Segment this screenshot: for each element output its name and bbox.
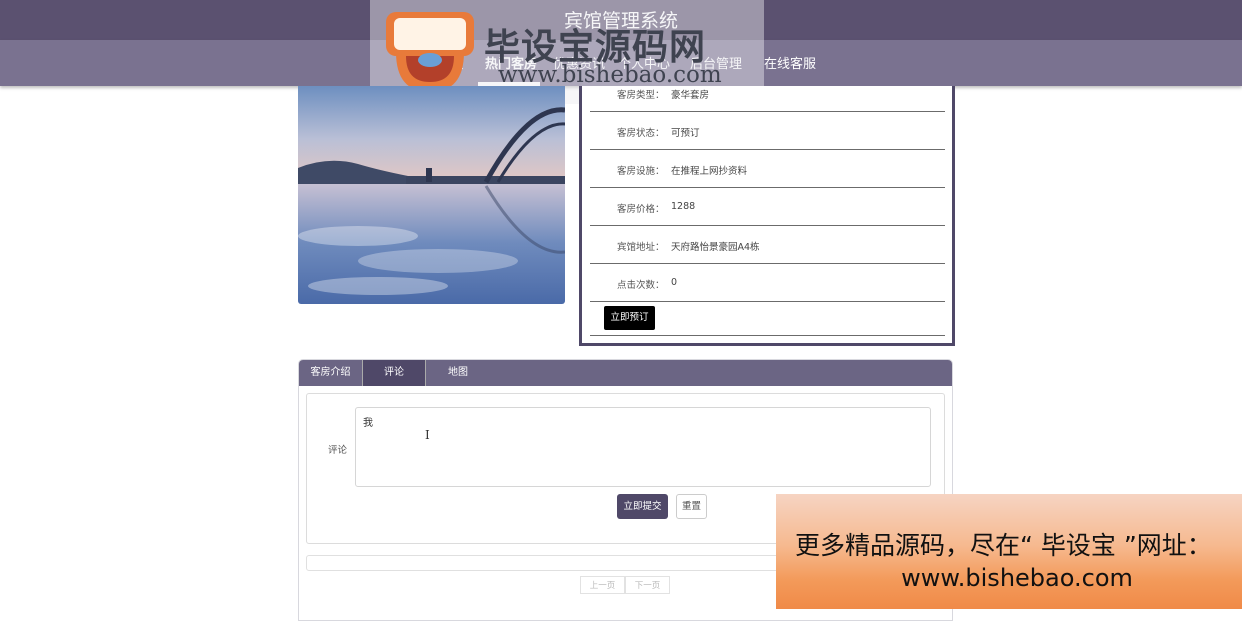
- room-info-panel: 客房类型： 豪华套房 客房状态： 可预订 客房设施： 在推程上网抄资料 客房价格…: [579, 86, 955, 346]
- comment-textarea[interactable]: 我: [355, 407, 931, 487]
- room-price-label: 客房价格：: [617, 204, 665, 215]
- comment-label: 评论: [328, 445, 348, 456]
- book-now-button[interactable]: 立即预订: [604, 306, 655, 330]
- brand-logo-icon: [386, 12, 474, 92]
- promo-url: www.bishebao.com: [901, 564, 1133, 592]
- room-facilities-value: 在推程上网抄资料: [671, 166, 748, 177]
- room-photo: [298, 86, 565, 304]
- info-row-price: 客房价格： 1288: [590, 187, 945, 226]
- info-row-facilities: 客房设施： 在推程上网抄资料: [590, 149, 945, 188]
- promo-text: 更多精品源码，尽在“ 毕设宝 ”网址：: [795, 531, 1212, 560]
- tab-map[interactable]: 地图: [426, 360, 490, 386]
- reset-button[interactable]: 重置: [676, 494, 707, 519]
- info-divider: [590, 335, 945, 336]
- info-row-clicks: 点击次数： 0: [590, 263, 945, 302]
- room-facilities-label: 客房设施：: [617, 166, 665, 177]
- room-type-label: 客房类型：: [617, 90, 665, 101]
- tab-room-intro[interactable]: 客房介绍: [299, 360, 362, 386]
- info-row-type: 客房类型： 豪华套房: [590, 73, 945, 112]
- nav-item-support[interactable]: 在线客服: [764, 53, 816, 72]
- hotel-address-label: 宾馆地址：: [617, 242, 665, 253]
- room-status-label: 客房状态：: [617, 128, 665, 139]
- prev-page-button[interactable]: 上一页: [580, 576, 625, 594]
- room-type-value: 豪华套房: [671, 90, 710, 101]
- next-page-button[interactable]: 下一页: [625, 576, 670, 594]
- info-row-address: 宾馆地址： 天府路怡景豪园A4栋: [590, 225, 945, 264]
- text-cursor-icon: I: [425, 428, 430, 442]
- submit-comment-button[interactable]: 立即提交: [617, 494, 668, 519]
- click-count-value: 0: [671, 277, 678, 288]
- info-row-status: 客房状态： 可预订: [590, 111, 945, 150]
- click-count-label: 点击次数：: [617, 280, 665, 291]
- room-price-value: 1288: [671, 201, 696, 212]
- promo-banner: 更多精品源码，尽在“ 毕设宝 ”网址： www.bishebao.com: [776, 494, 1242, 609]
- hotel-address-value: 天府路怡景豪园A4栋: [671, 242, 760, 253]
- tab-strip: 客房介绍 评论 地图: [299, 360, 952, 386]
- tab-comments[interactable]: 评论: [362, 360, 426, 386]
- room-status-value: 可预订: [671, 128, 700, 139]
